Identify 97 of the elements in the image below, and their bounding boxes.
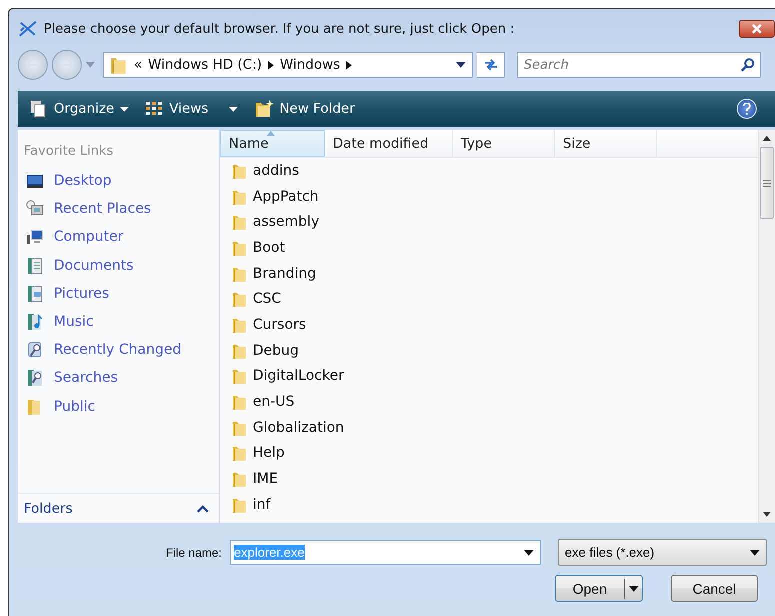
folder-icon	[232, 470, 248, 488]
folder-row[interactable]: assembly	[220, 209, 758, 236]
question-mark-icon	[743, 103, 751, 115]
folder-name: CSC	[253, 291, 282, 308]
folder-name: en-US	[253, 394, 295, 410]
folders-bar[interactable]: Folders	[18, 493, 219, 523]
search-folder-icon	[26, 369, 44, 388]
sort-arrow-icon	[267, 131, 275, 136]
folder-row[interactable]: AppPatch	[220, 184, 758, 210]
new-folder-button[interactable]: New Folder	[248, 95, 362, 123]
music-icon	[26, 313, 44, 332]
address-dropdown-icon[interactable]	[456, 62, 466, 68]
folder-row[interactable]: Debug	[220, 338, 758, 364]
folder-row[interactable]: en-US	[220, 389, 758, 415]
folders-label: Folders	[24, 500, 73, 516]
search-icon[interactable]	[741, 58, 755, 72]
file-type-dropdown[interactable]: exe files (*.exe)	[558, 539, 767, 566]
scroll-down-icon[interactable]	[763, 512, 771, 517]
address-bar[interactable]: « Windows HD (C:) Windows	[103, 52, 473, 78]
refresh-icon	[482, 58, 498, 72]
folder-icon	[232, 367, 248, 386]
folder-name: Branding	[253, 266, 316, 282]
chevron-right-icon[interactable]	[346, 60, 352, 70]
folder-name: assembly	[253, 214, 320, 230]
folder-row[interactable]: Boot	[220, 235, 758, 261]
organize-button[interactable]: Organize	[24, 95, 136, 123]
folder-row[interactable]: Cursors	[220, 312, 758, 338]
refresh-button[interactable]	[477, 52, 505, 78]
cancel-button[interactable]: Cancel	[671, 575, 758, 602]
folder-icon	[232, 213, 248, 232]
caret-icon	[524, 550, 534, 556]
folder-name: inf	[253, 496, 271, 513]
magnifier-icon	[26, 341, 44, 360]
folder-row[interactable]: Help	[220, 440, 758, 466]
column-header[interactable]: Size	[555, 130, 657, 157]
folder-row[interactable]: CSC	[220, 286, 758, 312]
folder-name: Cursors	[253, 316, 306, 333]
picture-icon	[26, 284, 44, 303]
pane-heading: Favorite Links	[23, 143, 114, 161]
folder-icon	[232, 290, 248, 308]
desktop-icon	[26, 172, 44, 190]
folder-name: Help	[253, 445, 285, 462]
favorite-link[interactable]: Searches	[18, 364, 219, 392]
clock-computer-icon	[26, 200, 44, 218]
chevron-right-icon[interactable]	[268, 60, 274, 70]
favorite-link[interactable]: Computer	[18, 223, 219, 252]
folder-name: IME	[253, 471, 278, 488]
caret-icon	[628, 586, 638, 592]
views-button[interactable]: Views	[139, 95, 244, 123]
favorite-link[interactable]: Recently Changed	[18, 336, 219, 364]
computer-icon	[26, 228, 44, 246]
folder-name: Globalization	[253, 420, 344, 436]
close-button[interactable]	[739, 20, 775, 38]
favorite-link[interactable]: Pictures	[18, 280, 219, 308]
folder-name: Debug	[253, 342, 300, 359]
scroll-up-icon[interactable]	[763, 136, 771, 141]
caret-icon	[750, 550, 760, 556]
grip-icon	[763, 180, 771, 186]
favorite-link[interactable]: Music	[18, 308, 219, 336]
folder-name: AppPatch	[253, 188, 319, 205]
folder-row[interactable]: Globalization	[220, 414, 758, 441]
overflow-chevron[interactable]: «	[134, 57, 142, 73]
folder-row[interactable]: IME	[220, 466, 758, 492]
folder-name: addins	[253, 162, 300, 179]
document-icon	[26, 256, 44, 275]
favorite-link[interactable]: Desktop	[18, 167, 219, 196]
new-folder-icon	[254, 99, 274, 119]
column-header[interactable]: Type	[453, 130, 555, 157]
search-field[interactable]: Search	[517, 52, 761, 78]
folder-icon	[232, 393, 248, 412]
app-icon	[18, 20, 38, 38]
pages-icon	[30, 100, 48, 118]
folder-row[interactable]: inf	[220, 492, 758, 518]
vertical-scrollbar[interactable]	[758, 130, 775, 523]
help-button[interactable]	[737, 99, 757, 119]
window-title: Please choose your default browser. If you are not sure, just click Open :	[44, 22, 515, 36]
folder-row[interactable]: DigitalLocker	[220, 364, 758, 390]
column-header[interactable]: Name	[220, 130, 325, 157]
column-header[interactable]: Date modified	[325, 130, 453, 157]
open-button[interactable]: Open	[555, 575, 643, 602]
favorite-link[interactable]: Public	[18, 392, 219, 421]
breadcrumb[interactable]: Windows HD (C:)	[148, 57, 262, 73]
scroll-thumb[interactable]	[760, 147, 774, 219]
folder-icon	[232, 444, 248, 462]
caret-icon	[120, 106, 130, 112]
folder-row[interactable]: Branding	[220, 260, 758, 286]
favorite-link[interactable]: Recent Places	[18, 195, 219, 224]
folder-name: DigitalLocker	[253, 368, 344, 384]
grid-icon	[145, 101, 164, 117]
close-icon	[752, 24, 762, 34]
chevron-up-icon	[197, 504, 209, 512]
favorite-link[interactable]: Documents	[18, 252, 219, 280]
folder-name: Boot	[253, 240, 286, 256]
file-name-label: File name:	[164, 546, 223, 560]
caret-icon	[228, 106, 238, 112]
breadcrumb[interactable]: Windows	[280, 57, 340, 73]
folder-row[interactable]: addins	[220, 158, 758, 184]
